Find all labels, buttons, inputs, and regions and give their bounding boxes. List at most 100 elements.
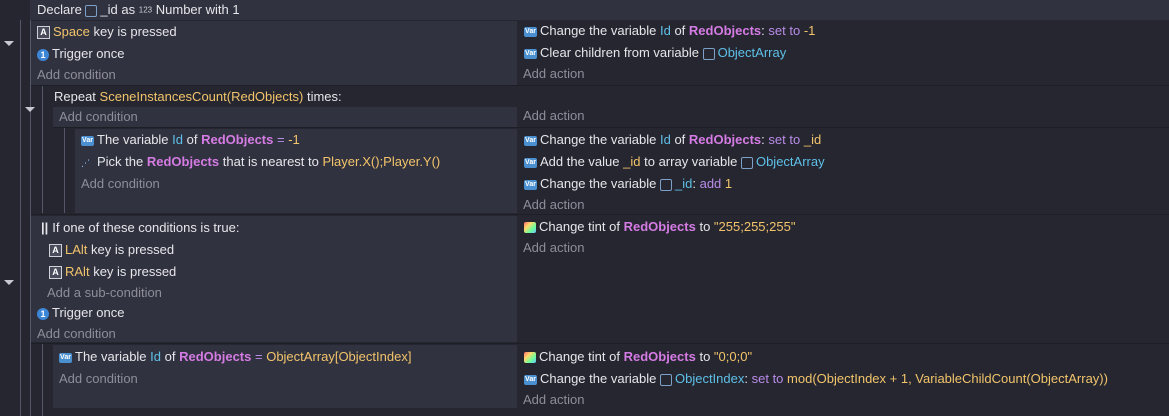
value: -1 — [288, 132, 300, 147]
repeat-conditions[interactable]: Add condition — [53, 107, 517, 127]
condition-text: The variable — [97, 132, 169, 147]
action-set-id-to-_id[interactable]: Var Change the variable Id of RedObjects:… — [524, 129, 821, 151]
tint-icon — [524, 222, 536, 234]
add-action-link[interactable]: Add action — [523, 237, 584, 259]
variable-icon: Var — [524, 157, 537, 168]
operator: set to — [751, 371, 784, 386]
tree-line — [42, 86, 43, 213]
action-add-to-array[interactable]: Var Add the value _id to array variable O… — [524, 151, 825, 173]
condition-variable-compare[interactable]: Var The variable Id of RedObjects = Objec… — [59, 346, 411, 368]
action-text: Change the variable — [540, 23, 657, 38]
tree-line — [42, 344, 43, 416]
add-condition-link[interactable]: Add condition — [59, 368, 138, 390]
condition-text: key is pressed — [93, 24, 177, 39]
condition-text: If one of these conditions is true: — [52, 220, 240, 235]
declare-text[interactable]: Declare _id as 123 Number with 1 — [37, 0, 240, 21]
variable-name: ObjectArray — [755, 154, 825, 169]
condition-trigger-once[interactable]: 1 Trigger once — [37, 302, 125, 324]
add-action-link[interactable]: Add action — [523, 194, 584, 216]
condition-text: Trigger once — [52, 46, 125, 61]
action-set-objectindex[interactable]: Var Change the variable ObjectIndex: set … — [524, 368, 1108, 390]
action-text: to array variable — [644, 154, 738, 169]
variable-icon — [659, 373, 672, 386]
colon: : — [761, 23, 765, 38]
variable-icon — [659, 178, 672, 191]
event-3-conditions[interactable]: || If one of these conditions is true: AL… — [31, 216, 517, 342]
variable-name: ObjectArray — [717, 45, 787, 60]
subcondition-ralt[interactable]: A RAlt key is pressed — [49, 261, 176, 283]
repeat-text: Repeat — [54, 89, 96, 104]
value: 1 — [724, 176, 733, 191]
event-1-conditions[interactable]: A Space key is pressed 1 Trigger once Add … — [31, 21, 517, 85]
variable-icon: Var — [524, 48, 537, 59]
variable-icon: Var — [524, 179, 537, 190]
declare-name: _id — [100, 2, 118, 17]
action-text: Change tint of — [539, 219, 620, 234]
or-icon: || — [41, 220, 49, 235]
add-condition-link[interactable]: Add condition — [59, 106, 138, 128]
value: mod(ObjectIndex + 1, VariableChildCount(… — [787, 371, 1108, 386]
value: "0;0;0" — [713, 349, 753, 364]
to-text: to — [699, 219, 711, 234]
condition-text: Trigger once — [52, 305, 125, 320]
collapse-chevron-icon[interactable] — [25, 107, 35, 112]
condition-space-key[interactable]: A Space key is pressed — [37, 21, 177, 43]
variable-icon — [85, 4, 98, 17]
action-clear-children[interactable]: Var Clear children from variable ObjectAr… — [524, 42, 786, 64]
variable-name: _id — [674, 176, 693, 191]
action-tint-white[interactable]: Change tint of RedObjects to "255;255;25… — [524, 216, 795, 238]
value: Player.X();Player.Y() — [322, 154, 441, 169]
keyboard-key-icon: A — [37, 26, 50, 40]
variable-icon: Var — [524, 135, 537, 146]
or-condition-header[interactable]: || If one of these conditions is true: — [41, 217, 239, 239]
operator: add — [699, 176, 722, 191]
operator: = — [254, 349, 263, 364]
value: _id — [803, 132, 822, 147]
action-set-id[interactable]: Var Change the variable Id of RedObjects:… — [524, 20, 815, 42]
operator: set to — [768, 23, 801, 38]
condition-text: key is pressed — [93, 264, 177, 279]
event-2-conditions[interactable]: Var The variable Id of RedObjects = -1 ⋰ P… — [75, 129, 517, 213]
of-text: of — [674, 132, 686, 147]
add-condition-link[interactable]: Add condition — [37, 64, 116, 86]
condition-text: The variable — [75, 349, 147, 364]
repeat-times: times: — [306, 89, 342, 104]
condition-variable-compare[interactable]: Var The variable Id of RedObjects = -1 — [81, 129, 300, 151]
condition-trigger-once[interactable]: 1 Trigger once — [37, 43, 125, 65]
trigger-once-icon: 1 — [37, 48, 49, 61]
event-4-conditions[interactable]: Var The variable Id of RedObjects = Objec… — [53, 345, 517, 408]
action-tint-black[interactable]: Change tint of RedObjects to "0;0;0" — [524, 346, 752, 368]
add-subcondition-link[interactable]: Add a sub-condition — [47, 282, 162, 304]
operator: set to — [768, 132, 801, 147]
collapse-chevron-icon[interactable] — [4, 280, 14, 285]
number-type-icon: 123 — [138, 5, 153, 15]
variable-name: Id — [172, 132, 184, 147]
action-text: Add the value — [540, 154, 620, 169]
condition-text: Pick the — [97, 154, 144, 169]
declare-value: 1 — [232, 2, 240, 17]
condition-pick-nearest[interactable]: ⋰ Pick the RedObjects that is nearest to … — [81, 151, 440, 173]
declare-row[interactable]: Declare _id as 123 Number with 1 — [30, 0, 1169, 20]
object-name: RedObjects — [688, 132, 762, 147]
of-text: of — [186, 132, 198, 147]
object-name: RedObjects — [688, 23, 762, 38]
repeat-header[interactable]: Repeat SceneInstancesCount(RedObjects) t… — [54, 86, 342, 108]
subcondition-lalt[interactable]: A LAlt key is pressed — [49, 239, 174, 261]
value: ObjectArray[ObjectIndex] — [266, 349, 412, 364]
action-increment-id[interactable]: Var Change the variable _id: add 1 — [524, 173, 732, 195]
tint-icon — [524, 352, 536, 364]
declare-type: Number with — [155, 2, 229, 17]
add-action-link[interactable]: Add action — [523, 389, 584, 411]
key-name: RAlt — [65, 264, 90, 279]
add-condition-link[interactable]: Add condition — [37, 323, 116, 345]
of-text: of — [674, 23, 686, 38]
add-action-link[interactable]: Add action — [523, 63, 584, 85]
add-action-link[interactable]: Add action — [523, 105, 584, 127]
to-text: to — [699, 349, 711, 364]
divider — [31, 343, 1169, 344]
object-name: RedObjects — [201, 132, 274, 147]
condition-text: key is pressed — [91, 242, 175, 257]
value: "255;255;255" — [713, 219, 796, 234]
add-condition-link[interactable]: Add condition — [81, 173, 160, 195]
collapse-chevron-icon[interactable] — [4, 41, 14, 46]
